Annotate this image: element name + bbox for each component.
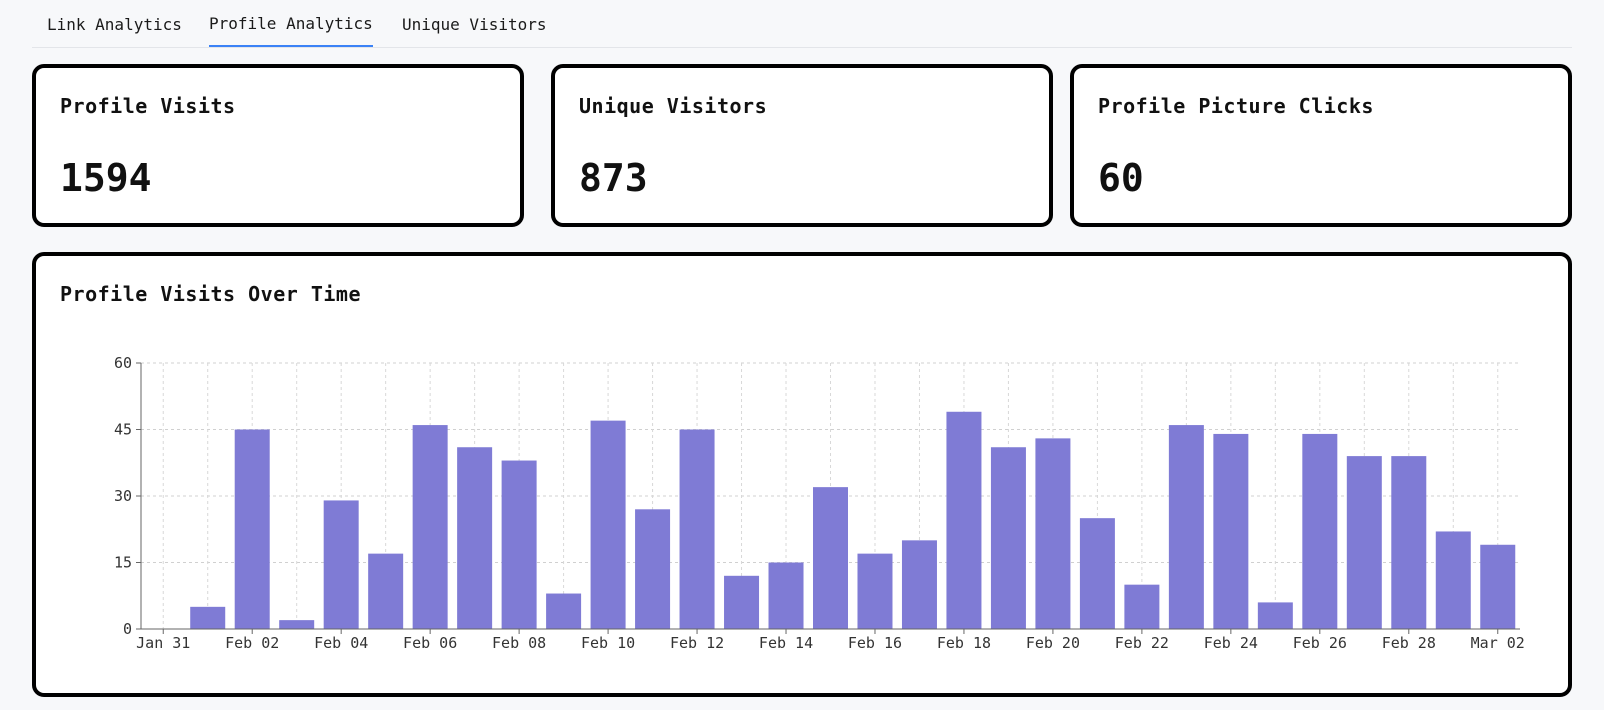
bar <box>1124 584 1160 629</box>
bar <box>279 620 315 629</box>
x-tick-label: Feb 22 <box>1115 634 1169 652</box>
bar <box>1168 425 1204 629</box>
x-tick-label: Feb 28 <box>1382 634 1436 652</box>
bar <box>857 553 893 629</box>
bar <box>990 447 1026 629</box>
x-tick-label: Feb 14 <box>759 634 813 652</box>
x-tick-label: Feb 24 <box>1204 634 1258 652</box>
bar <box>457 447 493 629</box>
tab-unique-visitors[interactable]: Unique Visitors <box>402 0 547 46</box>
x-tick-label: Mar 02 <box>1471 634 1525 652</box>
tab-link-analytics[interactable]: Link Analytics <box>47 0 182 46</box>
x-tick-label: Feb 16 <box>848 634 902 652</box>
bar <box>368 553 404 629</box>
tab-profile-analytics[interactable]: Profile Analytics <box>209 0 373 47</box>
x-tick-label: Feb 10 <box>581 634 635 652</box>
chart-card: Profile Visits Over Time 0 15 30 45 60 Jan 31… <box>32 252 1572 697</box>
stat-title: Unique Visitors <box>579 94 768 118</box>
bar <box>813 487 848 629</box>
stat-value: 60 <box>1098 156 1144 200</box>
x-tick-label: Feb 04 <box>314 634 368 652</box>
stat-title: Profile Visits <box>60 94 236 118</box>
bar <box>1079 518 1115 629</box>
stat-card-profile-picture-clicks: Profile Picture Clicks 60 <box>1070 64 1572 227</box>
x-tick-label: Jan 31 <box>136 634 190 652</box>
bar <box>234 429 270 629</box>
stat-card-profile-visits: Profile Visits 1594 <box>32 64 524 227</box>
visits-bar-chart: 0 15 30 45 60 Jan 31 Feb 02 Feb 04 Feb 06 Feb 08 F… <box>114 354 1525 652</box>
x-tick-label: Feb 06 <box>403 634 457 652</box>
stat-value: 1594 <box>60 156 152 200</box>
bar <box>635 509 671 629</box>
y-tick-label: 60 <box>114 354 132 372</box>
stat-value: 873 <box>579 156 648 200</box>
bar <box>590 420 626 629</box>
bar <box>901 540 937 629</box>
x-tick-label: Feb 08 <box>492 634 546 652</box>
stat-title: Profile Picture Clicks <box>1098 94 1374 118</box>
x-tick-label: Feb 02 <box>225 634 279 652</box>
bar <box>1391 456 1427 629</box>
bar <box>546 593 582 629</box>
bar <box>323 500 359 629</box>
analytics-tabs: Link Analytics Profile Analytics Unique … <box>32 0 1572 48</box>
x-tick-label: Feb 20 <box>1026 634 1080 652</box>
bar <box>1435 531 1471 629</box>
bar <box>1302 433 1338 629</box>
bar <box>1346 456 1382 629</box>
bar <box>501 460 537 629</box>
bar <box>679 429 715 629</box>
bar <box>768 562 804 629</box>
y-tick-label: 30 <box>114 487 132 505</box>
y-tick-label: 0 <box>123 620 132 638</box>
bar <box>412 425 448 629</box>
x-tick-label: Feb 12 <box>670 634 724 652</box>
bar <box>1480 544 1516 629</box>
bar <box>1257 602 1293 629</box>
x-tick-label: Feb 18 <box>937 634 991 652</box>
bar <box>190 606 226 629</box>
bar <box>724 575 760 629</box>
bar <box>1213 433 1249 629</box>
x-tick-label: Feb 26 <box>1293 634 1347 652</box>
bar <box>1035 438 1071 629</box>
stat-card-unique-visitors: Unique Visitors 873 <box>551 64 1053 227</box>
bar <box>946 411 982 629</box>
y-tick-label: 45 <box>114 421 132 439</box>
y-tick-label: 15 <box>114 554 132 572</box>
